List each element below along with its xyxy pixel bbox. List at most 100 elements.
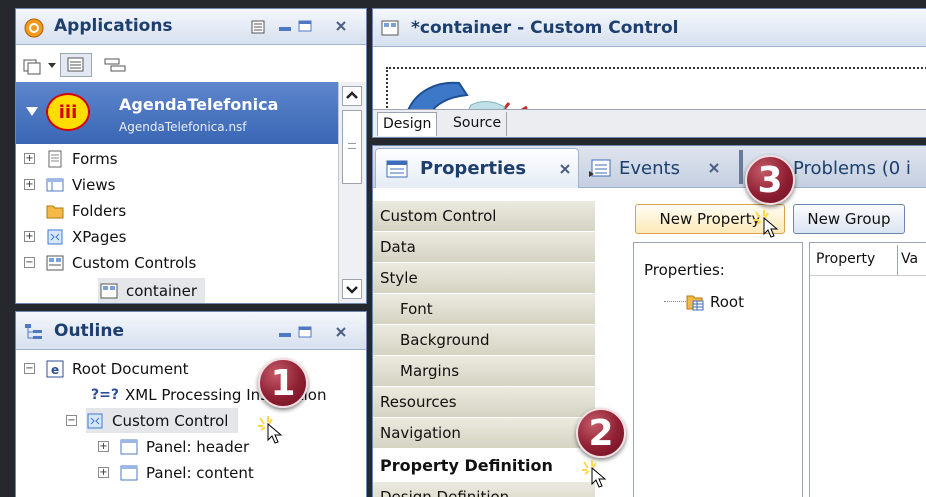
tab-design[interactable]: Design	[377, 112, 438, 136]
outline-item-panel-header[interactable]: Panel: header	[120, 434, 249, 459]
nav-item-resources[interactable]: Resources	[373, 387, 595, 418]
outline-icon	[25, 324, 42, 339]
tab-events[interactable]: Events	[585, 148, 720, 188]
nav-item-font[interactable]: Font	[373, 294, 595, 325]
custom-controls-icon	[46, 255, 64, 270]
property-tree-root[interactable]: Root	[686, 289, 744, 314]
maximize-icon[interactable]	[298, 326, 312, 338]
maximize-icon[interactable]	[298, 20, 312, 32]
xml-pi-icon: ?=?	[91, 386, 119, 403]
applications-title: Applications	[54, 16, 173, 36]
table-header: Property Va	[810, 243, 926, 276]
applications-scrollbar[interactable]	[338, 82, 366, 303]
expand-toggle[interactable]: +	[24, 153, 35, 164]
column-header-value[interactable]: Va	[901, 251, 918, 267]
nav-item-style[interactable]: Style	[373, 263, 595, 294]
expand-toggle[interactable]: +	[98, 441, 109, 452]
outline-item-label: Root Document	[72, 359, 189, 378]
minimize-icon[interactable]	[278, 20, 292, 32]
scroll-thumb[interactable]	[342, 110, 362, 184]
panel-icon	[120, 465, 138, 480]
collapse-toggle[interactable]: −	[24, 363, 35, 374]
tree-item-custom-controls[interactable]: Custom Controls	[46, 250, 196, 275]
nav-item-data[interactable]: Data	[373, 232, 595, 263]
outline-item-root-document[interactable]: e Root Document	[46, 356, 188, 381]
tree-item-label: Root	[710, 292, 744, 311]
new-application-icon[interactable]	[22, 57, 44, 75]
nav-item-design-definition[interactable]: Design Definition	[373, 482, 595, 497]
expand-arrow-icon[interactable]	[26, 107, 38, 117]
tree-item-label: XPages	[72, 227, 127, 246]
nav-item-property-definition[interactable]: Property Definition	[373, 449, 595, 482]
nav-item-custom-control[interactable]: Custom Control	[373, 201, 595, 232]
collapse-toggle[interactable]: −	[24, 257, 35, 268]
close-icon[interactable]	[708, 162, 720, 174]
xpages-icon	[47, 229, 63, 244]
app-logo: iii	[46, 93, 90, 131]
design-canvas[interactable]	[373, 47, 926, 127]
properties-icon	[386, 160, 408, 177]
close-icon[interactable]	[334, 326, 348, 338]
applications-panel: Applications iii AgendaTelefonica Agenda…	[15, 8, 367, 304]
editor-panel: *container - Custom Control Design Sourc…	[372, 8, 926, 138]
chevron-down-icon[interactable]	[48, 63, 56, 69]
column-header-property[interactable]: Property	[816, 251, 875, 267]
expand-toggle[interactable]: +	[24, 231, 35, 242]
editor-tabbar: Design Source	[373, 109, 926, 137]
tree-item-folders[interactable]: Folders	[46, 198, 126, 223]
close-icon[interactable]	[559, 163, 571, 175]
minimize-icon[interactable]	[278, 326, 292, 338]
applications-header: Applications	[16, 9, 366, 45]
outline-title: Outline	[54, 321, 124, 341]
view-menu-icon[interactable]	[251, 20, 265, 34]
tree-item-label: Folders	[72, 201, 127, 220]
expand-toggle[interactable]: +	[24, 179, 35, 190]
expand-toggle[interactable]: +	[98, 467, 109, 478]
tab-problems[interactable]: Problems (0 i	[793, 148, 911, 188]
column-divider[interactable]	[897, 245, 898, 275]
outline-item-custom-control[interactable]: Custom Control	[86, 408, 239, 433]
tab-label: Events	[619, 157, 680, 179]
collapse-toggle[interactable]: −	[66, 415, 77, 426]
scroll-down-button[interactable]	[342, 279, 362, 299]
tree-connector	[664, 301, 686, 302]
views-icon	[46, 178, 64, 191]
tree-item-forms[interactable]: Forms	[46, 146, 118, 171]
nav-item-margins[interactable]: Margins	[373, 356, 595, 387]
tab-source[interactable]: Source	[448, 112, 508, 136]
application-row-agendatelefonica[interactable]: iii AgendaTelefonica AgendaTelefonica.ns…	[16, 82, 338, 144]
tab-properties[interactable]: Properties	[375, 148, 579, 188]
tree-item-label: Views	[72, 175, 116, 194]
app-file: AgendaTelefonica.nsf	[119, 120, 247, 134]
xpages-icon	[87, 413, 103, 428]
nav-item-background[interactable]: Background	[373, 325, 595, 356]
document-icon: e	[46, 360, 64, 377]
custom-control-icon	[100, 283, 118, 298]
callout-badge-1: 1	[258, 358, 308, 408]
callout-badge-3: 3	[745, 155, 795, 205]
custom-control-icon	[381, 20, 399, 36]
properties-view: Properties Events Problems (0 i Custom C…	[372, 145, 926, 497]
app-name: AgendaTelefonica	[119, 95, 279, 114]
close-icon[interactable]	[334, 20, 348, 32]
views-tabbar: Properties Events Problems (0 i	[373, 146, 926, 188]
link-editor-icon[interactable]	[104, 57, 126, 73]
tree-item-label: container	[126, 281, 198, 300]
tree-item-xpages[interactable]: XPages	[46, 224, 126, 249]
editor-header: *container - Custom Control	[373, 9, 926, 47]
tree-item-label: Custom Controls	[72, 253, 197, 272]
click-cursor-icon	[582, 460, 607, 488]
tree-item-views[interactable]: Views	[46, 172, 115, 197]
applications-icon	[24, 18, 44, 38]
outline-item-panel-content[interactable]: Panel: content	[120, 460, 254, 485]
folder-table-icon	[686, 295, 704, 310]
click-cursor-icon	[258, 416, 283, 444]
new-group-button[interactable]: New Group	[793, 204, 905, 234]
callout-badge-2: 2	[576, 408, 626, 458]
tree-view-icon[interactable]	[60, 53, 92, 77]
nav-item-navigation[interactable]: Navigation	[373, 418, 595, 449]
outline-panel: Outline − e Root Document ?=? XML Proces…	[15, 311, 367, 497]
tree-item-container[interactable]: container	[98, 278, 206, 303]
outline-item-label: Panel: header	[146, 437, 250, 456]
scroll-up-button[interactable]	[342, 86, 362, 106]
